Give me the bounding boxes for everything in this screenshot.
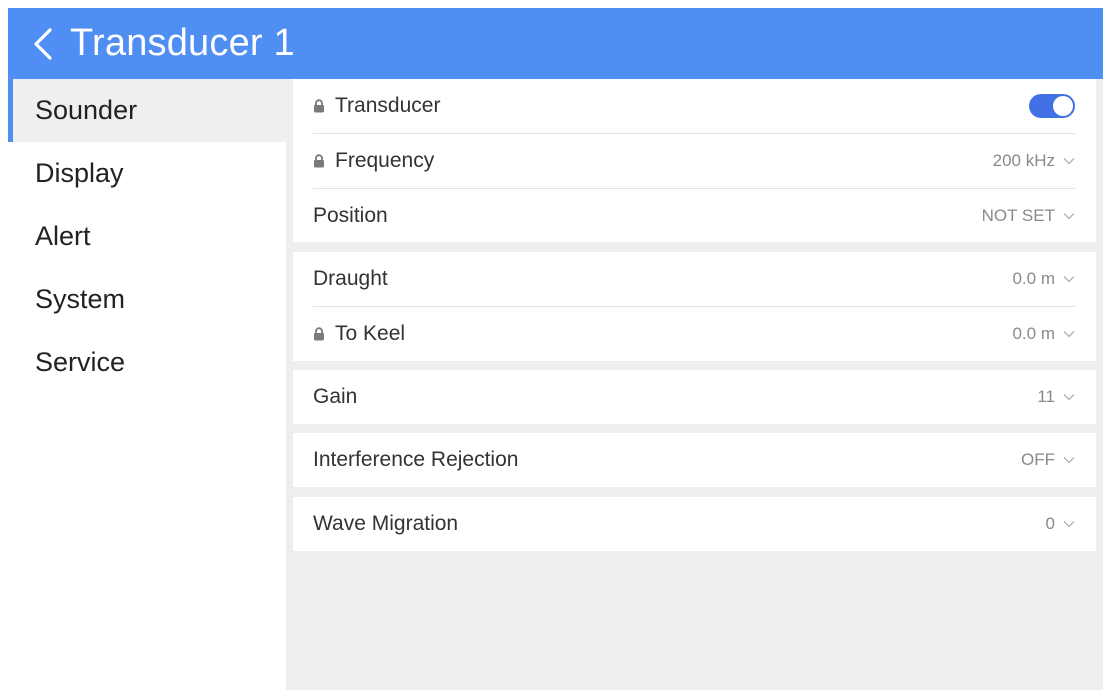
sidebar-item-display[interactable]: Display (8, 142, 286, 205)
setting-value: 11 (1037, 387, 1055, 406)
setting-label: Transducer (335, 94, 441, 117)
chevron-left-icon (34, 27, 52, 60)
sidebar-item-label: Sounder (35, 95, 138, 125)
setting-label: Draught (313, 267, 388, 290)
setting-value: 200 kHz (992, 151, 1055, 170)
toggle-knob (1053, 96, 1073, 116)
transducer-toggle[interactable] (1029, 94, 1075, 118)
window-top-edge (0, 0, 1103, 8)
sidebar-item-service[interactable]: Service (8, 331, 286, 394)
settings-group-interference: Interference Rejection OFF (293, 433, 1096, 487)
lock-icon (313, 99, 325, 113)
setting-label: Frequency (335, 149, 435, 172)
chevron-down-icon (1063, 212, 1075, 220)
setting-label: Wave Migration (313, 512, 459, 535)
setting-value: NOT SET (981, 205, 1055, 225)
sidebar-item-label: Service (35, 347, 126, 377)
setting-row-interference-rejection[interactable]: Interference Rejection OFF (293, 433, 1096, 487)
setting-label: Position (313, 203, 388, 227)
setting-value: OFF (1021, 450, 1055, 469)
title-bar: Transducer 1 (8, 8, 1103, 79)
setting-value: 0.0 m (1012, 269, 1055, 288)
chevron-down-icon (1063, 520, 1075, 528)
settings-group-transducer: Transducer Frequency 200 kHz Position NO… (293, 79, 1096, 242)
setting-row-gain[interactable]: Gain 11 (293, 370, 1096, 424)
back-button[interactable] (20, 8, 66, 79)
setting-row-transducer[interactable]: Transducer (293, 79, 1096, 133)
setting-row-wave-migration[interactable]: Wave Migration 0 (293, 497, 1096, 551)
setting-row-draught[interactable]: Draught 0.0 m (293, 252, 1096, 306)
lock-icon (313, 327, 325, 341)
sidebar-item-alert[interactable]: Alert (8, 205, 286, 268)
chevron-down-icon (1063, 393, 1075, 401)
sidebar: Sounder Display Alert System Service (8, 79, 286, 690)
settings-group-draught: Draught 0.0 m To Keel 0.0 m (293, 252, 1096, 361)
page-title: Transducer 1 (70, 22, 295, 64)
sidebar-item-label: System (35, 284, 126, 314)
setting-row-position[interactable]: Position NOT SET (293, 189, 1096, 242)
setting-row-frequency[interactable]: Frequency 200 kHz (293, 134, 1096, 188)
sidebar-item-system[interactable]: System (8, 268, 286, 331)
lock-icon (313, 154, 325, 168)
chevron-down-icon (1063, 275, 1075, 283)
settings-group-wave-migration: Wave Migration 0 (293, 497, 1096, 551)
setting-value: 0 (1045, 514, 1055, 533)
setting-label: To Keel (335, 322, 406, 345)
chevron-down-icon (1063, 330, 1075, 338)
sidebar-item-label: Alert (35, 221, 91, 251)
setting-label: Interference Rejection (313, 448, 519, 471)
settings-panel: Transducer Frequency 200 kHz Position NO… (286, 79, 1103, 690)
setting-row-to-keel[interactable]: To Keel 0.0 m (293, 307, 1096, 361)
setting-label: Gain (313, 385, 358, 408)
chevron-down-icon (1063, 456, 1075, 464)
setting-value: 0.0 m (1012, 324, 1055, 343)
settings-group-gain: Gain 11 (293, 370, 1096, 424)
sidebar-item-label: Display (35, 158, 124, 188)
sidebar-item-sounder[interactable]: Sounder (8, 79, 286, 142)
chevron-down-icon (1063, 157, 1075, 165)
